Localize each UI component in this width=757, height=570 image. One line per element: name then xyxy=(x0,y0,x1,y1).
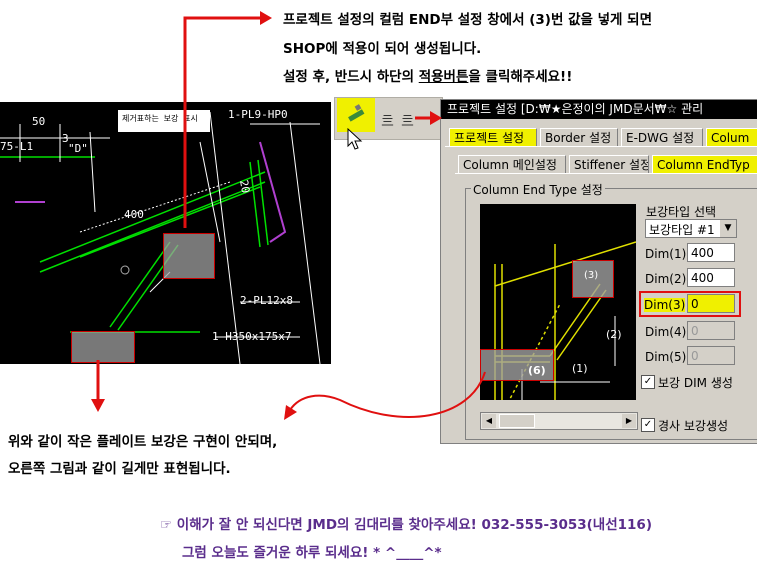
scroll-right-icon[interactable]: ▶ xyxy=(622,414,636,428)
mouse-cursor-icon xyxy=(345,127,365,150)
toolbar-icon-2[interactable]: 亖 xyxy=(401,110,414,129)
preview-label-3: (3) xyxy=(584,270,599,281)
dim-create-label: 보강 DIM 생성 xyxy=(658,376,733,390)
scroll-thumb[interactable] xyxy=(499,414,535,428)
tab-border-settings[interactable]: Border 설정 xyxy=(540,128,618,146)
tab-stiffener[interactable]: Stiffener 설정 xyxy=(569,155,649,173)
dialog-title: 프로젝트 설정 [D:₩★은정이의 JMD문서₩☆ 관리 xyxy=(441,100,757,119)
instruction-line-3-pre: 설정 후, 반드시 하단의 xyxy=(283,69,419,85)
instruction-line-3: 설정 후, 반드시 하단의 적용버튼을 클릭해주세요!! xyxy=(283,65,572,85)
pencil-tool-icon xyxy=(348,104,365,122)
tab-column-endtype[interactable]: Column EndTyp xyxy=(652,155,757,173)
instruction-line-3-post: 을 클릭해주세요!! xyxy=(468,69,573,85)
apply-button-mention: 적용버튼 xyxy=(418,69,469,85)
cad-label-50: 50 xyxy=(32,115,46,128)
reinforce-type-label: 보강타입 선택 xyxy=(646,205,717,219)
cad-highlight-bottom xyxy=(71,331,135,363)
dialog-title-text: 프로젝트 설정 [D:₩★은정이의 JMD문서₩☆ 관리 xyxy=(447,102,704,116)
instruction-line-1: 프로젝트 설정의 컬럼 END부 설정 창에서 (3)번 값을 넣게 되면 xyxy=(283,12,652,28)
contact-line-2: 그럼 오늘도 즐거운 하루 되세요! * ^____^* xyxy=(182,545,442,561)
cad-label-20: 20 xyxy=(237,178,253,195)
arrow-to-instructions-head xyxy=(260,11,272,25)
slope-create-checkbox[interactable]: ✓ xyxy=(641,418,655,432)
slope-create-label: 경사 보강생성 xyxy=(658,419,729,433)
dim5-field[interactable]: 0 xyxy=(687,346,735,365)
end-type-preview: (3) (6) (1) (2) xyxy=(480,204,636,400)
dim-create-checkbox[interactable]: ✓ xyxy=(641,375,655,389)
chevron-down-icon[interactable]: ▼ xyxy=(720,220,736,237)
arrow-down-head xyxy=(91,399,105,412)
note-line-1: 위와 같이 작은 플레이트 보강은 구현이 안되며, xyxy=(8,434,278,450)
cad-note-box: 제거표하는 보강 표시 xyxy=(122,114,198,123)
dim1-label: Dim(1) xyxy=(645,247,687,261)
arrow-curve-head xyxy=(284,405,297,420)
tab-column[interactable]: Colum xyxy=(706,128,757,146)
reinforce-type-value: 보강타입 #1 xyxy=(649,223,715,237)
dim2-label: Dim(2) xyxy=(645,272,687,286)
preview-scrollbar[interactable]: ◀ ▶ xyxy=(480,412,638,430)
dim3-label: Dim(3) xyxy=(644,298,686,312)
cad-label-pl9: 1-PL9-HP0 xyxy=(228,108,288,121)
cad-label-h350: 1-H350x175x7 xyxy=(212,330,292,343)
note-line-2: 오른쪽 그림과 같이 길게만 표현됩니다. xyxy=(8,461,231,477)
toolbar: 亖 亖 xyxy=(334,97,443,150)
dim2-field[interactable]: 400 xyxy=(687,268,735,287)
preview-label-2: (2) xyxy=(606,328,622,341)
project-settings-button[interactable] xyxy=(345,104,367,124)
cad-label-d: "D" xyxy=(68,142,88,155)
toolbar-icon-1[interactable]: 亖 xyxy=(381,110,394,129)
dim3-field[interactable]: 0 xyxy=(687,294,735,313)
scroll-left-icon[interactable]: ◀ xyxy=(482,414,496,428)
tab-column-main[interactable]: Column 메인설정 xyxy=(458,155,566,173)
cad-label-75: 75-L1 xyxy=(0,140,34,153)
cad-drawing: 제거표하는 보강 표시 1-PL9-HP0 50 3 "D" 75-L1 400… xyxy=(0,102,331,364)
project-settings-dialog: 프로젝트 설정 [D:₩★은정이의 JMD문서₩☆ 관리 프로젝트 설정 Bor… xyxy=(440,99,757,444)
dim5-label: Dim(5) xyxy=(645,350,687,364)
dim1-field[interactable]: 400 xyxy=(687,243,735,262)
dim4-field[interactable]: 0 xyxy=(687,321,735,340)
tab-project-settings[interactable]: 프로젝트 설정 xyxy=(449,128,537,146)
reinforce-type-select[interactable]: 보강타입 #1 ▼ xyxy=(645,219,737,238)
group-label: Column End Type 설정 xyxy=(471,181,605,198)
tab-divider-2 xyxy=(455,173,757,174)
dim4-label: Dim(4) xyxy=(645,325,687,339)
cad-label-pl12: 2-PL12x8 xyxy=(240,294,293,307)
cad-highlight-plate xyxy=(163,233,215,279)
cad-label-400: 400 xyxy=(124,208,144,221)
instruction-line-2: SHOP에 적용이 되어 생성됩니다. xyxy=(283,41,482,57)
preview-label-6: (6) xyxy=(528,364,546,377)
tab-divider-1 xyxy=(445,146,757,147)
contact-line-1: ☞ 이해가 잘 안 되신다면 JMD의 김대리를 찾아주세요! 032-555-… xyxy=(160,517,653,533)
preview-label-1: (1) xyxy=(572,362,588,375)
tab-edwg-settings[interactable]: E-DWG 설정 xyxy=(621,128,703,146)
